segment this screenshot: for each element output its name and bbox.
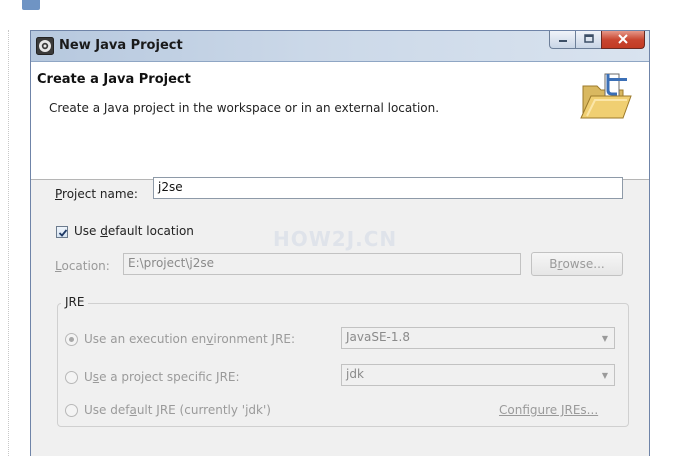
wizard-header: Create a Java Project Create a Java proj… <box>31 62 649 180</box>
project-specific-jre-radio[interactable] <box>65 371 78 384</box>
close-button[interactable] <box>601 31 645 49</box>
wizard-title: Create a Java Project <box>37 72 191 87</box>
dropdown-arrow-icon: ▼ <box>601 371 608 380</box>
java-project-folder-icon <box>580 73 632 119</box>
how2j-watermark: HOW2J.CN <box>273 227 398 251</box>
window-title: New Java Project <box>59 38 183 53</box>
browse-button[interactable]: Br owse... <box>531 252 623 276</box>
title-bar[interactable]: New Java Project <box>31 31 649 62</box>
execution-environment-label: Use an execution environment JRE: <box>84 332 296 346</box>
execution-environment-select[interactable]: JavaSE-1.8 ▼ <box>341 327 615 349</box>
minimize-button[interactable] <box>549 31 575 49</box>
maximize-button[interactable] <box>575 31 601 49</box>
window-controls <box>549 31 645 51</box>
project-specific-jre-label: Use a project specific JRE: <box>84 370 240 384</box>
default-jre-radio[interactable] <box>65 404 78 417</box>
close-icon <box>618 34 628 44</box>
eclipse-icon <box>36 37 54 55</box>
execution-environment-value: JavaSE-1.8 <box>346 330 410 344</box>
location-input[interactable]: E:\project\j2se <box>123 253 521 275</box>
configure-jres-link[interactable]: Configure JREs... <box>499 403 598 417</box>
use-default-location-label: Use default location <box>74 224 194 238</box>
project-specific-jre-select[interactable]: jdk ▼ <box>341 364 615 386</box>
execution-environment-radio[interactable] <box>65 333 78 346</box>
page-margin-guide <box>8 30 9 456</box>
project-name-label: Project name: <box>55 187 138 201</box>
project-name-input[interactable]: j2se <box>153 177 623 199</box>
jre-group-label: JRE <box>61 295 89 309</box>
use-default-location-checkbox[interactable] <box>56 226 68 238</box>
new-java-project-dialog: New Java Project Create a Java Project C… <box>30 30 650 456</box>
project-specific-jre-value: jdk <box>346 367 364 381</box>
dropdown-arrow-icon: ▼ <box>601 334 608 343</box>
maximize-icon <box>583 34 594 43</box>
wizard-description: Create a Java project in the workspace o… <box>49 101 440 115</box>
checkmark-icon <box>58 229 68 237</box>
default-jre-label: Use default JRE (currently 'jdk') <box>84 403 271 417</box>
minimize-icon <box>558 40 567 42</box>
page-corner-icon <box>22 0 40 10</box>
location-label: Location: <box>55 259 110 273</box>
